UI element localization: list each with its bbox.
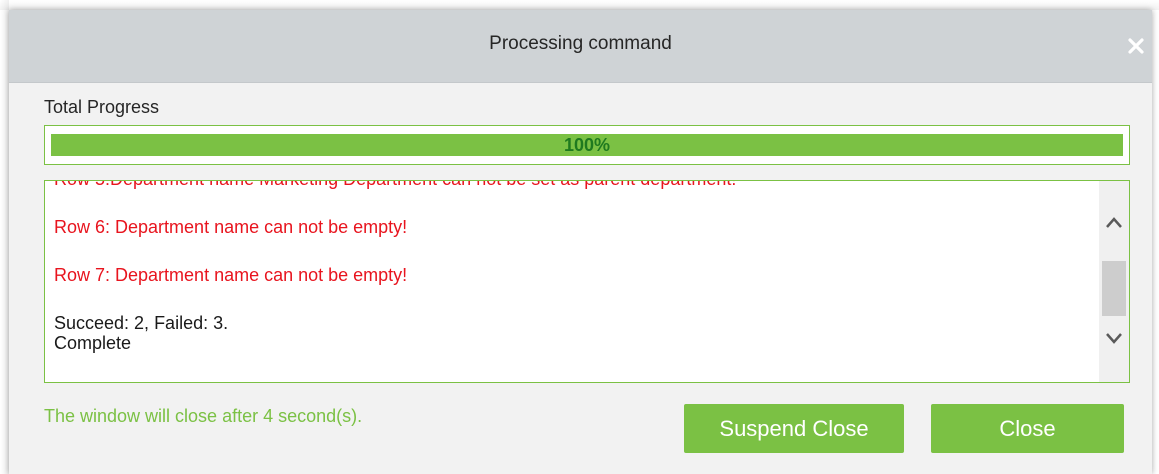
- total-progress-label: Total Progress: [44, 97, 160, 117]
- log-summary: Succeed: 2, Failed: 3.: [54, 313, 229, 333]
- log-scrollbar[interactable]: [1099, 181, 1129, 382]
- dialog-content: Total Progress 100% Row 5:Department nam…: [9, 83, 1152, 474]
- log-panel[interactable]: Row 5:Department name Marketing Departme…: [44, 180, 1130, 383]
- log-line: Row 6: Department name can not be empty!: [54, 217, 408, 237]
- countdown-text: The window will close after 4 second(s).: [44, 406, 363, 426]
- dialog-titlebar: Processing command: [9, 10, 1152, 83]
- close-icon[interactable]: [1124, 34, 1148, 58]
- window-shadow-left: [0, 0, 9, 474]
- log-line: Row 7: Department name can not be empty!: [54, 265, 408, 285]
- scrollbar-thumb[interactable]: [1102, 261, 1126, 316]
- chevron-down-icon[interactable]: [1099, 326, 1129, 350]
- progress-percent: 100%: [563, 135, 611, 155]
- close-button[interactable]: Close: [931, 404, 1124, 453]
- log-content: Row 5:Department name Marketing Departme…: [54, 181, 1094, 353]
- dialog-title: Processing command: [489, 33, 672, 54]
- log-line: Row 5:Department name Marketing Departme…: [54, 181, 1094, 189]
- processing-dialog: Processing command Total Progress 100% R…: [9, 10, 1152, 474]
- suspend-close-button[interactable]: Suspend Close: [684, 404, 904, 453]
- log-status: Complete: [54, 333, 132, 353]
- progress-bar: 100%: [44, 125, 1130, 165]
- window-shadow-top: [0, 0, 1159, 10]
- chevron-up-icon[interactable]: [1099, 211, 1129, 235]
